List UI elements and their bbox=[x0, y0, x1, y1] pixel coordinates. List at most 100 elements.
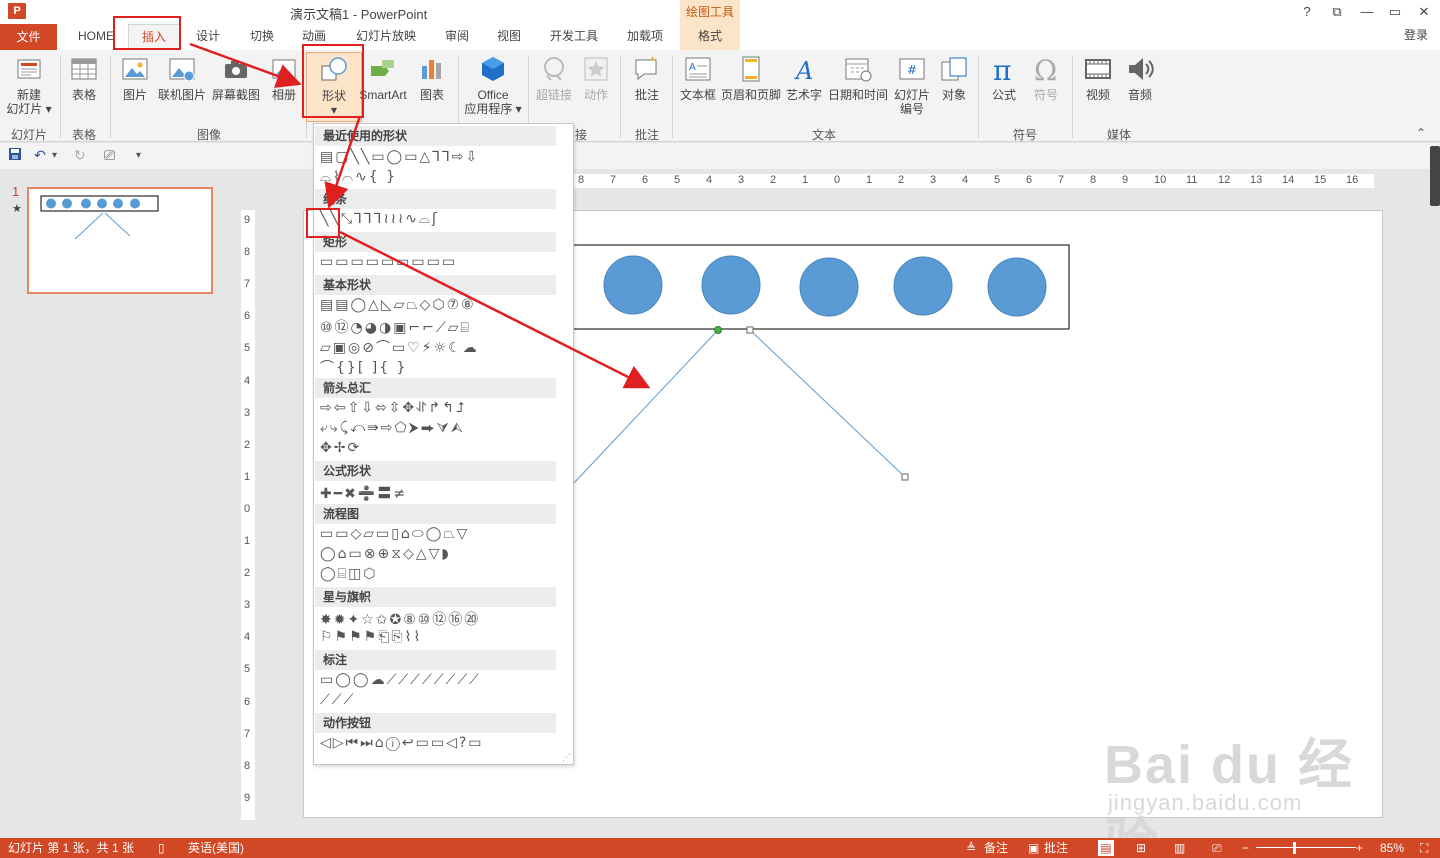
object-button[interactable]: 对象 bbox=[936, 54, 972, 102]
tab-developer[interactable]: 开发工具 bbox=[542, 24, 606, 50]
table-icon bbox=[71, 58, 97, 80]
chart-button[interactable]: 图表 bbox=[414, 54, 450, 102]
redo-icon[interactable]: ↻ bbox=[74, 147, 86, 164]
date-time-button[interactable]: 日期和时间 bbox=[826, 54, 890, 102]
animation-star-icon: ★ bbox=[12, 203, 22, 215]
equation-label: 公式 bbox=[991, 88, 1016, 102]
ruler-tick-label: 11 bbox=[1186, 174, 1198, 186]
slide-number-button[interactable]: # 幻灯片 编号 bbox=[892, 54, 932, 116]
zoom-slider-track[interactable] bbox=[1256, 847, 1356, 848]
smartart-button[interactable]: SmartArt bbox=[356, 54, 410, 102]
comment-icon bbox=[635, 56, 657, 81]
textbox-button[interactable]: A 文本框 bbox=[676, 54, 720, 102]
shapes-row-basic-4[interactable]: ⌒{}[ ]{ } bbox=[320, 357, 407, 376]
spellcheck-icon[interactable]: ▯ bbox=[158, 838, 165, 858]
save-icon[interactable] bbox=[8, 147, 22, 164]
ribbon-display-options-button[interactable]: ⧉ bbox=[1324, 2, 1350, 22]
slide-thumbnail[interactable] bbox=[27, 187, 213, 294]
shapes-row-arrows-3[interactable]: ✥✢⟳ bbox=[320, 440, 361, 458]
shapes-row-arrows-2[interactable]: ⤶⤷⤹⤺⇛⇨⬠⮞⮕⮛⮙ bbox=[320, 420, 465, 438]
action-button[interactable]: 动作 bbox=[578, 54, 614, 102]
maximize-button[interactable]: ▭ bbox=[1382, 2, 1408, 22]
shapes-section-recent: 最近使用的形状 bbox=[315, 126, 556, 146]
office-apps-button[interactable]: Office 应用程序 ▾ bbox=[462, 54, 524, 116]
shapes-row-stars-2[interactable]: ⚐⚑⚑⚑⎗⎘⌇⌇ bbox=[320, 629, 422, 647]
language-status[interactable]: 英语(美国) bbox=[188, 838, 244, 858]
audio-button[interactable]: 音频 bbox=[1120, 54, 1160, 102]
shapes-row-basic-3[interactable]: ▱▣◎⊘⌒▭♡⚡☼☾☁ bbox=[320, 337, 479, 356]
new-comment-button[interactable]: 批注 bbox=[628, 54, 666, 102]
start-slideshow-icon[interactable]: ⎚ bbox=[104, 147, 115, 164]
tab-addins[interactable]: 加载项 bbox=[620, 24, 670, 50]
slide-count-status[interactable]: 幻灯片 第 1 张，共 1 张 bbox=[8, 838, 134, 858]
customize-qat-icon[interactable]: ▾ bbox=[136, 150, 141, 161]
shapes-section-stars: 星与旗帜 bbox=[315, 587, 556, 607]
watermark-url: jingyan.baidu.com bbox=[1108, 790, 1303, 815]
undo-dropdown-icon[interactable]: ▾ bbox=[52, 150, 57, 161]
header-footer-button[interactable]: 页眉和页脚 bbox=[720, 54, 782, 102]
help-button[interactable]: ? bbox=[1294, 2, 1320, 22]
fit-slide-icon[interactable]: ⛶ bbox=[1420, 838, 1428, 858]
tab-review[interactable]: 审阅 bbox=[435, 24, 479, 50]
ruler-tick-label: 6 bbox=[642, 174, 649, 186]
shapes-row-callouts-1[interactable]: ▭◯◯☁⟋⟋⟋⟋⟋⟋⟋⟋ bbox=[320, 672, 481, 690]
screenshot-button[interactable]: 屏幕截图 bbox=[208, 54, 264, 102]
zoom-in-button[interactable]: + bbox=[1356, 838, 1363, 858]
shapes-row-callouts-2[interactable]: ⟋⟋⟋ bbox=[320, 692, 355, 710]
tab-view[interactable]: 视图 bbox=[487, 24, 531, 50]
notes-button[interactable]: 备注 bbox=[984, 838, 1008, 858]
slide-sorter-view-icon[interactable]: ⊞ bbox=[1136, 838, 1146, 858]
shapes-row-rectangles[interactable]: ▭▭▭▭▭▭▭▭▭ bbox=[320, 254, 457, 272]
minimize-button[interactable]: — bbox=[1354, 2, 1380, 22]
svg-text:Ω: Ω bbox=[1034, 54, 1057, 84]
resize-grip-icon[interactable]: ⋰ bbox=[562, 752, 571, 763]
photo-album-button[interactable]: 相册 bbox=[266, 54, 302, 102]
shapes-section-flowchart: 流程图 bbox=[315, 504, 556, 524]
sign-in-link[interactable]: 登录 bbox=[1404, 26, 1428, 43]
hyperlink-button[interactable]: 超链接 bbox=[534, 54, 574, 102]
shapes-row-action-buttons[interactable]: ◁▷⏮⏭⌂ⓘ↩▭▭◁?▭ bbox=[320, 735, 484, 753]
undo-icon[interactable]: ↶ bbox=[34, 147, 46, 164]
normal-view-icon[interactable]: ▤ bbox=[1098, 840, 1114, 856]
close-button[interactable]: ✕ bbox=[1411, 2, 1437, 22]
shapes-row-flowchart-1[interactable]: ▭▭◇▱▭▯⌂⬭◯⏢▽ bbox=[320, 526, 469, 544]
tab-format[interactable]: 格式 bbox=[680, 24, 740, 50]
video-label: 视频 bbox=[1085, 88, 1110, 102]
zoom-level[interactable]: 85% bbox=[1380, 838, 1404, 858]
ruler-tick-label: 6 bbox=[244, 695, 251, 708]
table-button[interactable]: 表格 bbox=[66, 54, 102, 102]
comments-icon[interactable]: ▣ bbox=[1028, 838, 1039, 858]
tab-transitions[interactable]: 切换 bbox=[240, 24, 284, 50]
shapes-row-flowchart-2[interactable]: ◯⌂▭⊗⊕⧖◇△▽◗ bbox=[320, 546, 451, 564]
tab-design[interactable]: 设计 bbox=[186, 24, 230, 50]
shapes-row-equation[interactable]: ✚━✖➗〓≠ bbox=[320, 483, 407, 502]
ribbon-tabs: 文件 HOME 插入 设计 切换 动画 幻灯片放映 审阅 视图 开发工具 加载项… bbox=[0, 24, 1440, 50]
symbol-button[interactable]: Ω 符号 bbox=[1026, 54, 1066, 102]
new-slide-button[interactable]: 新建 幻灯片 ▾ bbox=[4, 54, 54, 116]
online-picture-button[interactable]: 联机图片 bbox=[156, 54, 208, 102]
shapes-row-stars-1[interactable]: ✸✹✦☆✩✪⑧⑩⑫⑯⑳ bbox=[320, 609, 480, 628]
video-button[interactable]: 视频 bbox=[1078, 54, 1118, 102]
collapse-ribbon-icon[interactable]: ⌃ bbox=[1416, 126, 1426, 140]
reading-view-icon[interactable]: ▥ bbox=[1174, 838, 1185, 858]
ruler-tick-label: 2 bbox=[898, 174, 905, 186]
vertical-scrollbar-thumb[interactable] bbox=[1430, 146, 1440, 206]
wordart-button[interactable]: A 艺术字 bbox=[784, 54, 824, 102]
zoom-out-button[interactable]: − bbox=[1242, 838, 1249, 858]
photo-album-label: 相册 bbox=[271, 88, 296, 102]
picture-button[interactable]: 图片 bbox=[116, 54, 154, 102]
shapes-row-recent-1[interactable]: ▤▢╲╲▭◯▭△⅂⅂⇨⇩ bbox=[320, 149, 479, 167]
shapes-row-arrows-1[interactable]: ⇨⇦⇧⇩⬄⇳✥⥯↱↰⮥ bbox=[320, 400, 466, 418]
office-apps-label: Office bbox=[477, 88, 509, 102]
tab-file[interactable]: 文件 bbox=[0, 24, 57, 50]
comments-button[interactable]: 批注 bbox=[1044, 838, 1068, 858]
shapes-row-basic-2[interactable]: ⑩⑫◔◕◑▣⌐⌐⟋▱⌸ bbox=[320, 317, 471, 336]
shapes-row-recent-2[interactable]: ⌓⌇⌒∿{ } bbox=[320, 169, 397, 187]
equation-button[interactable]: π 公式 bbox=[984, 54, 1024, 102]
notes-icon[interactable]: ≜ bbox=[966, 838, 976, 858]
slideshow-view-icon[interactable]: ⎚ bbox=[1212, 838, 1222, 858]
horizontal-ruler: 8 7 6 5 4 3 2 1 0 1 2 3 4 5 6 7 8 9 10 11 12 13 14 15 16 bbox=[574, 174, 1374, 188]
shapes-row-flowchart-3[interactable]: ◯⌸◫⬡ bbox=[320, 566, 378, 584]
zoom-slider-thumb[interactable] bbox=[1293, 842, 1296, 854]
shapes-row-basic-1[interactable]: ▤▤◯△◺▱⏢◇⬡⑦⑧ bbox=[320, 297, 476, 315]
